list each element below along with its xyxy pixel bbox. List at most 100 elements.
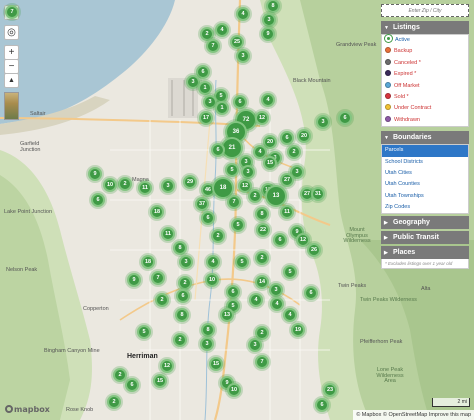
listing-cluster[interactable]: 6 <box>273 233 287 247</box>
listing-cluster[interactable]: 6 <box>125 378 139 392</box>
listing-filter-active[interactable]: Active <box>382 35 468 46</box>
listing-cluster[interactable]: 8 <box>173 241 187 255</box>
listing-cluster[interactable]: 15 <box>263 156 277 170</box>
listing-cluster[interactable]: 5 <box>231 218 245 232</box>
listing-cluster[interactable]: 25 <box>230 35 244 49</box>
listing-cluster[interactable]: 2 <box>118 177 132 191</box>
listing-filter-sold[interactable]: Sold * <box>382 92 468 103</box>
listing-cluster[interactable]: 11 <box>280 205 294 219</box>
listing-cluster[interactable]: 1 <box>215 101 229 115</box>
listing-cluster[interactable]: 3 <box>241 165 255 179</box>
listing-cluster[interactable]: 2 <box>113 368 127 382</box>
listing-cluster[interactable]: 2 <box>173 333 187 347</box>
listing-cluster[interactable]: 31 <box>311 187 325 201</box>
listing-cluster[interactable]: 14 <box>255 275 269 289</box>
boundaries-section-header[interactable]: ▼ Boundaries <box>381 131 469 145</box>
listing-cluster[interactable]: 37 <box>195 197 209 211</box>
listing-cluster[interactable]: 22 <box>256 223 270 237</box>
listing-cluster[interactable]: 6 <box>315 398 329 412</box>
listing-cluster[interactable]: 6 <box>91 193 105 207</box>
listing-cluster[interactable]: 10 <box>205 273 219 287</box>
listing-cluster[interactable]: 5 <box>283 265 297 279</box>
places-section-header[interactable]: ▶ Places <box>381 246 469 260</box>
geography-section-header[interactable]: ▶ Geography <box>381 216 469 230</box>
listing-cluster[interactable]: 2 <box>287 145 301 159</box>
listing-cluster[interactable]: 5 <box>235 255 249 269</box>
satellite-toggle[interactable] <box>4 92 19 120</box>
public-transit-section-header[interactable]: ▶ Public Transit <box>381 231 469 245</box>
listing-cluster[interactable]: 4 <box>283 308 297 322</box>
listing-cluster[interactable]: 6 <box>280 131 294 145</box>
listing-cluster[interactable]: 6 <box>201 211 215 225</box>
listing-cluster[interactable]: 12 <box>255 111 269 125</box>
listing-cluster[interactable]: 7 <box>206 39 220 53</box>
listing-cluster[interactable]: 4 <box>215 23 229 37</box>
listing-cluster[interactable]: 2 <box>211 229 225 243</box>
listing-cluster[interactable]: 13 <box>265 185 287 207</box>
listing-cluster[interactable]: 18 <box>150 205 164 219</box>
listing-cluster[interactable]: 6 <box>304 286 318 300</box>
boundary-option-parcels[interactable]: Parcels <box>382 145 468 157</box>
boundary-option-school-districts[interactable]: School Districts <box>382 157 468 168</box>
listing-cluster[interactable]: 10 <box>227 383 241 397</box>
listing-cluster[interactable]: 4 <box>270 297 284 311</box>
listing-filter-under-contract[interactable]: Under Contract <box>382 103 468 114</box>
listing-cluster[interactable]: 6 <box>338 111 352 125</box>
listing-cluster[interactable]: 8 <box>255 207 269 221</box>
listing-cluster[interactable]: 1 <box>198 81 212 95</box>
boundary-option-utah-townships[interactable]: Utah Townships <box>382 191 468 202</box>
listing-cluster[interactable]: 15 <box>209 357 223 371</box>
listing-cluster[interactable]: 4 <box>249 293 263 307</box>
listing-cluster[interactable]: 6 <box>233 95 247 109</box>
zoom-in-button[interactable]: + <box>4 45 19 60</box>
crosshair-icon[interactable]: ◎ <box>4 25 19 40</box>
listing-cluster[interactable]: 4 <box>236 7 250 21</box>
listing-cluster[interactable]: 2 <box>107 395 121 409</box>
listing-cluster[interactable]: 6 <box>176 289 190 303</box>
listing-cluster[interactable]: 7 <box>151 271 165 285</box>
listing-cluster[interactable]: 4 <box>206 255 220 269</box>
listing-cluster[interactable]: 26 <box>307 243 321 257</box>
listing-filter-off-market[interactable]: Off Market <box>382 81 468 92</box>
listing-cluster[interactable]: 19 <box>291 323 305 337</box>
listing-cluster[interactable]: 3 <box>248 338 262 352</box>
listing-cluster[interactable]: 8 <box>175 308 189 322</box>
listing-cluster[interactable]: 4 <box>261 93 275 107</box>
listing-cluster[interactable]: 23 <box>323 383 337 397</box>
listing-cluster[interactable]: 11 <box>138 181 152 195</box>
zoom-out-button[interactable]: − <box>4 59 19 74</box>
listing-cluster[interactable]: 9 <box>127 273 141 287</box>
boundary-option-utah-cities[interactable]: Utah Cities <box>382 168 468 179</box>
listing-cluster[interactable]: 6 <box>226 285 240 299</box>
listing-cluster[interactable]: 27 <box>280 173 294 187</box>
boundary-option-utah-counties[interactable]: Utah Counties <box>382 179 468 190</box>
listing-cluster[interactable]: 5 <box>225 163 239 177</box>
listings-section-header[interactable]: ▼ Listings <box>381 21 469 34</box>
listing-filter-expired[interactable]: Expired * <box>382 69 468 80</box>
listing-cluster[interactable]: 7 <box>227 195 241 209</box>
listing-cluster[interactable]: 11 <box>161 227 175 241</box>
listing-cluster[interactable]: 15 <box>153 374 167 388</box>
listing-cluster[interactable]: 3 <box>200 337 214 351</box>
listing-cluster[interactable]: 8 <box>201 323 215 337</box>
listing-cluster[interactable]: 3 <box>316 115 330 129</box>
listing-cluster[interactable]: 10 <box>103 178 117 192</box>
listing-cluster[interactable]: 7 <box>255 355 269 369</box>
listing-cluster[interactable]: 3 <box>236 49 250 63</box>
listing-cluster[interactable]: 29 <box>183 175 197 189</box>
listing-cluster[interactable]: 9 <box>88 167 102 181</box>
listing-cluster[interactable]: 7 <box>5 5 19 19</box>
listing-cluster[interactable]: 3 <box>269 283 283 297</box>
listing-cluster[interactable]: 2 <box>178 276 192 290</box>
listing-cluster[interactable]: 6 <box>211 143 225 157</box>
listing-filter-backup[interactable]: Backup <box>382 46 468 57</box>
boundary-option-zip-codes[interactable]: Zip Codes <box>382 202 468 213</box>
listing-filter-withdrawn[interactable]: Withdrawn <box>382 115 468 126</box>
listing-cluster[interactable]: 2 <box>155 293 169 307</box>
zip-city-search-input[interactable] <box>381 4 469 17</box>
listing-cluster[interactable]: 2 <box>255 251 269 265</box>
listing-cluster[interactable]: 18 <box>141 255 155 269</box>
listing-cluster[interactable]: 12 <box>160 359 174 373</box>
listing-cluster[interactable]: 3 <box>262 13 276 27</box>
listing-cluster[interactable]: 5 <box>137 325 151 339</box>
